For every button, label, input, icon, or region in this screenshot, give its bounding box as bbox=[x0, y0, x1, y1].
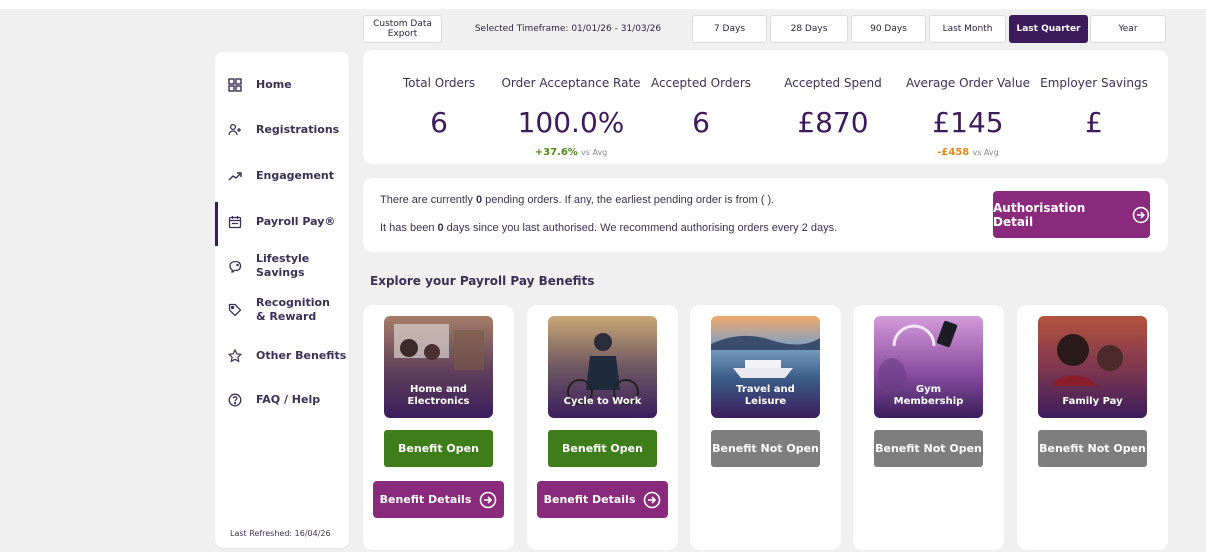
stat-value: £145 bbox=[932, 106, 1004, 139]
delta-value: -£458 bbox=[937, 147, 970, 158]
sidebar-item-engagement[interactable]: Engagement bbox=[215, 156, 349, 196]
sidebar-item-label: Recognition & Reward bbox=[256, 296, 330, 324]
pending-orders-text: There are currently 0 pending orders. If… bbox=[380, 194, 774, 206]
authorisation-detail-button[interactable]: Authorisation Detail bbox=[993, 191, 1150, 238]
sidebar-item-registrations[interactable]: Registrations bbox=[215, 110, 349, 150]
trend-icon bbox=[228, 169, 242, 183]
circle-arrow-icon bbox=[644, 491, 661, 508]
benefit-status-not-open[interactable]: Benefit Not Open bbox=[711, 430, 820, 467]
grid-icon bbox=[228, 78, 242, 92]
benefit-image[interactable]: Gym Membership bbox=[874, 316, 983, 418]
filter-90-days[interactable]: 90 Days bbox=[851, 15, 926, 43]
sidebar-item-label: FAQ / Help bbox=[256, 393, 321, 406]
authorised-text-prefix: It has been bbox=[380, 222, 438, 234]
stats-card: Total Orders 6 Order Acceptance Rate 100… bbox=[363, 50, 1168, 164]
section-title: Explore your Payroll Pay Benefits bbox=[370, 274, 595, 288]
delta-value: +37.6% bbox=[534, 147, 578, 158]
button-label: Benefit Details bbox=[379, 493, 472, 506]
delta-vs-label: vs Avg bbox=[972, 148, 999, 157]
stat-label: Accepted Spend bbox=[784, 76, 882, 90]
benefit-image[interactable]: Cycle to Work bbox=[548, 316, 657, 418]
sidebar-item-label: Registrations bbox=[256, 123, 340, 136]
authorised-text-suffix: days since you last authorised. We recom… bbox=[443, 222, 838, 234]
benefit-card-cycle-to-work: Cycle to Work Benefit Open Benefit Detai… bbox=[527, 305, 678, 550]
pending-orders-card: There are currently 0 pending orders. If… bbox=[363, 178, 1168, 252]
stat-value: 6 bbox=[430, 106, 448, 139]
sidebar-item-faq-help[interactable]: FAQ / Help bbox=[215, 380, 349, 420]
stat-label: Employer Savings bbox=[1040, 76, 1148, 90]
benefit-title: Home and Electronics bbox=[407, 384, 470, 407]
pending-text-prefix: There are currently bbox=[380, 194, 476, 206]
calendar-icon bbox=[228, 215, 242, 229]
benefit-status-open[interactable]: Benefit Open bbox=[384, 430, 493, 467]
sidebar-item-label: Lifestyle Savings bbox=[256, 252, 310, 279]
delta-vs-label: vs Avg bbox=[581, 148, 608, 157]
benefit-image[interactable]: Travel and Leisure bbox=[711, 316, 820, 418]
sidebar-item-label: Other Benefits bbox=[256, 349, 347, 362]
sidebar-item-recognition-reward[interactable]: Recognition & Reward bbox=[215, 290, 349, 330]
filter-year[interactable]: Year bbox=[1090, 15, 1166, 43]
benefit-card-home-electronics: Home and Electronics Benefit Open Benefi… bbox=[363, 305, 514, 550]
circle-arrow-icon bbox=[1132, 206, 1150, 223]
stat-value: £ bbox=[1085, 106, 1103, 139]
custom-data-export-button[interactable]: Custom Data Export bbox=[363, 15, 442, 43]
button-label: Authorisation Detail bbox=[993, 200, 1086, 229]
benefit-title: Travel and Leisure bbox=[736, 384, 795, 407]
circle-arrow-icon bbox=[480, 491, 497, 508]
sidebar-item-payroll-pay[interactable]: Payroll Pay® bbox=[215, 202, 349, 246]
users-icon bbox=[228, 123, 242, 137]
tag-icon bbox=[228, 303, 242, 317]
stat-label: Average Order Value bbox=[906, 76, 1030, 90]
stat-delta: +37.6% vs Avg bbox=[501, 147, 641, 158]
last-refreshed: Last Refreshed: 16/04/26 bbox=[230, 529, 331, 538]
help-icon bbox=[228, 393, 242, 407]
benefit-details-button[interactable]: Benefit Details bbox=[537, 481, 668, 518]
sidebar-item-home[interactable]: Home bbox=[215, 65, 349, 105]
benefit-status-open[interactable]: Benefit Open bbox=[548, 430, 657, 467]
star-icon bbox=[228, 349, 242, 363]
top-strip bbox=[0, 0, 1206, 9]
button-label: Benefit Details bbox=[543, 493, 636, 506]
benefit-details-button[interactable]: Benefit Details bbox=[373, 481, 504, 518]
sidebar-item-label-line2: & Reward bbox=[256, 310, 317, 323]
benefit-title: Gym Membership bbox=[893, 384, 964, 407]
benefit-title: Cycle to Work bbox=[563, 396, 642, 407]
benefit-status-not-open[interactable]: Benefit Not Open bbox=[1038, 430, 1147, 467]
filter-last-month[interactable]: Last Month bbox=[929, 15, 1006, 43]
benefit-image[interactable]: Family Pay bbox=[1038, 316, 1147, 418]
benefit-card-gym-membership: Gym Membership Benefit Not Open bbox=[853, 305, 1004, 550]
benefit-image[interactable]: Home and Electronics bbox=[384, 316, 493, 418]
benefit-title: Family Pay bbox=[1062, 396, 1123, 407]
sidebar-item-label: Home bbox=[256, 78, 292, 91]
stat-label: Order Acceptance Rate bbox=[501, 76, 641, 90]
stat-value: 6 bbox=[692, 106, 710, 139]
benefit-status-not-open[interactable]: Benefit Not Open bbox=[874, 430, 983, 467]
stat-value: £870 bbox=[797, 106, 869, 139]
pending-text-suffix: pending orders. If any, the earliest pen… bbox=[482, 194, 775, 206]
stat-label: Total Orders bbox=[402, 76, 476, 90]
stat-delta: -£458 vs Avg bbox=[903, 147, 1033, 158]
last-authorised-text: It has been 0 days since you last author… bbox=[380, 222, 837, 234]
filter-28-days[interactable]: 28 Days bbox=[770, 15, 848, 43]
filter-7-days[interactable]: 7 Days bbox=[692, 15, 767, 43]
filter-last-quarter[interactable]: Last Quarter bbox=[1009, 15, 1088, 43]
sidebar: Home Registrations Engagement Payroll Pa… bbox=[215, 52, 349, 548]
piggy-bank-icon bbox=[228, 259, 242, 273]
sidebar-item-label: Payroll Pay® bbox=[256, 215, 336, 228]
stat-value: 100.0% bbox=[517, 106, 625, 139]
sidebar-item-label-line1: Recognition bbox=[256, 296, 330, 309]
stat-label: Accepted Orders bbox=[650, 76, 752, 90]
benefit-card-family-pay: Family Pay Benefit Not Open bbox=[1017, 305, 1168, 550]
sidebar-item-lifestyle-savings[interactable]: Lifestyle Savings bbox=[215, 246, 349, 286]
sidebar-item-other-benefits[interactable]: Other Benefits bbox=[215, 336, 349, 376]
selected-timeframe: Selected Timeframe: 01/01/26 - 31/03/26 bbox=[474, 24, 662, 34]
benefit-card-travel-leisure: Travel and Leisure Benefit Not Open bbox=[690, 305, 841, 550]
sidebar-item-label: Engagement bbox=[256, 169, 334, 182]
